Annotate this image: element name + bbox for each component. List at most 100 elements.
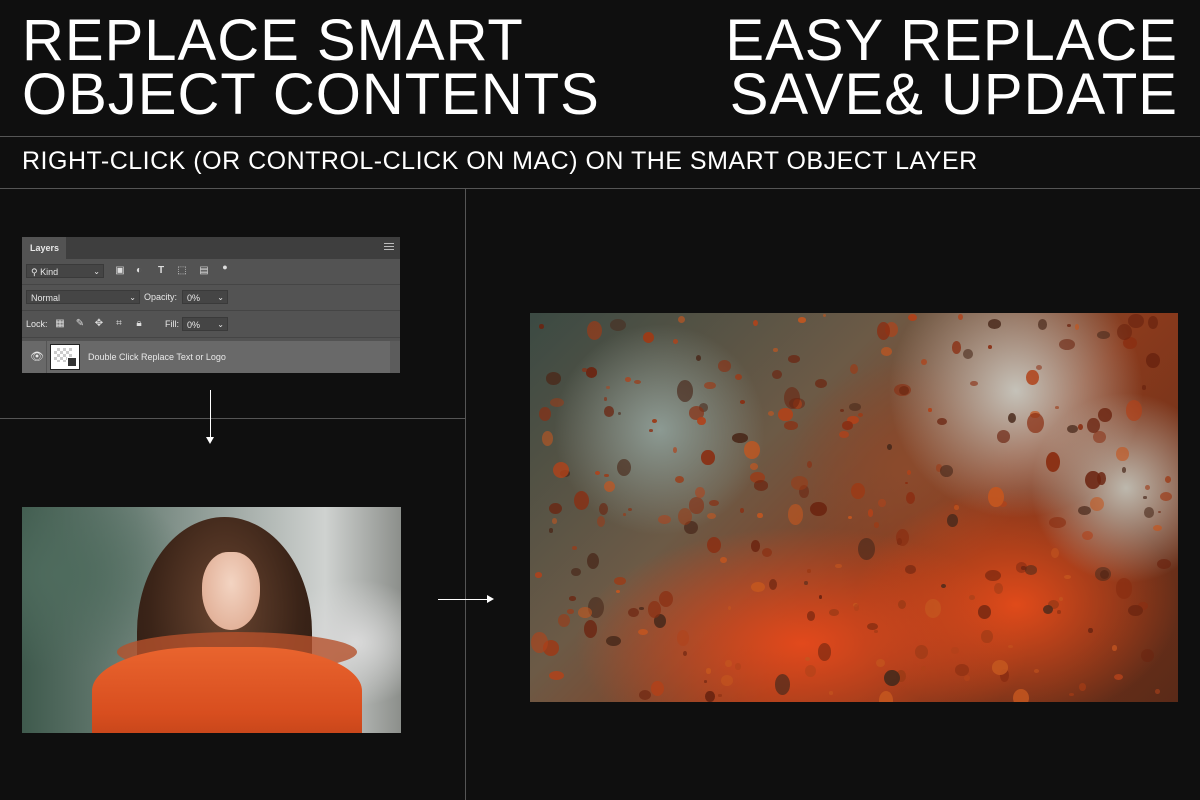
lock-all-icon[interactable]: 🔒︎	[133, 318, 145, 330]
rust-speckle	[752, 319, 758, 326]
rust-speckle	[774, 674, 791, 696]
rust-speckle	[1057, 610, 1061, 614]
rust-speckle	[768, 411, 775, 417]
rust-speckle	[605, 385, 611, 389]
layer-thumbnail[interactable]	[50, 344, 80, 370]
rust-speckle	[615, 589, 620, 593]
shape-filter-icon[interactable]: ⬚	[176, 265, 188, 277]
rust-speckle	[981, 629, 993, 644]
rust-speckle	[762, 547, 773, 557]
rust-speckle	[939, 465, 954, 478]
rust-speckle	[894, 383, 911, 396]
rust-speckle	[1021, 566, 1026, 570]
rust-speckle	[1145, 484, 1151, 490]
rust-speckle	[706, 668, 711, 674]
rust-speckle	[772, 369, 782, 379]
rust-speckle	[839, 430, 849, 438]
rust-speckle	[750, 581, 765, 593]
rust-speckle	[954, 664, 969, 676]
rust-speckle	[1007, 644, 1013, 648]
rust-speckle	[577, 606, 592, 618]
rust-speckle	[549, 670, 565, 681]
blend-mode-select[interactable]: Normal ⌄	[26, 290, 140, 304]
rust-speckle	[788, 504, 804, 525]
rust-speckle	[1087, 417, 1101, 434]
left-title: REPLACE SMART OBJECT CONTENTS	[22, 12, 600, 124]
rust-speckle	[625, 376, 632, 382]
rust-speckle	[810, 502, 827, 517]
rust-speckle	[1098, 407, 1113, 423]
rust-speckle	[718, 694, 722, 697]
rust-speckle	[951, 341, 962, 355]
arrow-down-icon	[206, 390, 214, 444]
rust-speckle	[1089, 497, 1104, 512]
rust-speckle	[582, 367, 587, 372]
panel-menu-icon[interactable]	[384, 243, 394, 252]
rust-speckle	[877, 322, 891, 341]
rust-speckle	[1067, 424, 1079, 433]
rust-speckle	[585, 367, 598, 378]
rust-speckle	[806, 461, 812, 468]
rust-speckle	[1051, 547, 1060, 559]
smart-object-filter-icon[interactable]: ▤	[198, 265, 210, 277]
chevron-down-icon: ⌄	[217, 320, 224, 329]
rust-speckle	[849, 402, 862, 411]
rust-speckle	[739, 400, 746, 404]
rust-speckle	[867, 509, 874, 517]
rust-speckle	[704, 381, 716, 390]
rust-speckle	[609, 318, 627, 332]
rust-speckle	[804, 664, 816, 678]
rust-speckle	[940, 583, 946, 588]
rust-speckle	[676, 380, 694, 402]
eye-icon[interactable]: 👁︎	[30, 350, 44, 363]
rust-speckle	[804, 580, 808, 585]
rust-speckle	[1058, 339, 1076, 351]
rust-speckle	[896, 529, 910, 547]
rust-speckle	[1143, 496, 1147, 499]
lock-move-icon[interactable]: ✥	[93, 318, 105, 330]
layer-row-smart-object[interactable]: 👁︎ Double Click Replace Text or Logo	[22, 341, 400, 373]
rust-speckle	[907, 469, 912, 476]
rust-speckle	[538, 406, 552, 422]
panel-scrollbar[interactable]	[390, 341, 400, 373]
rust-speckle	[538, 324, 544, 329]
rust-speckle	[790, 476, 808, 490]
rust-speckle	[818, 595, 822, 599]
rust-speckle	[583, 619, 598, 639]
rust-speckle	[701, 450, 715, 465]
adjustment-filter-icon[interactable]: ◐	[133, 265, 145, 277]
type-filter-icon[interactable]: T	[155, 265, 167, 277]
opacity-input[interactable]: 0% ⌄	[182, 290, 228, 304]
rust-speckle	[875, 659, 885, 668]
filter-toggle-icon[interactable]: ●	[219, 261, 231, 273]
rust-speckle	[768, 578, 777, 590]
rust-speckle	[704, 679, 708, 683]
rust-speckle	[542, 431, 554, 446]
layer-row-separator	[46, 341, 47, 373]
rust-speckle	[928, 407, 932, 412]
rust-speckle	[915, 645, 929, 659]
lock-transparent-icon[interactable]: ▦	[54, 318, 66, 330]
rust-speckle	[613, 577, 626, 586]
fill-input[interactable]: 0% ⌄	[182, 317, 228, 331]
effect-result-photo	[530, 313, 1178, 702]
rust-speckle	[1144, 507, 1155, 518]
image-filter-icon[interactable]: ▣	[114, 265, 126, 277]
rust-speckle	[658, 514, 671, 524]
rust-speckle	[1156, 558, 1171, 570]
rust-speckle	[1045, 452, 1060, 473]
rust-speckle	[720, 556, 727, 563]
rust-speckle	[534, 572, 542, 578]
panel-tab-bar: Layers	[22, 237, 400, 259]
rust-speckle	[873, 522, 879, 528]
rust-speckle	[658, 591, 673, 608]
tab-layers[interactable]: Layers	[22, 237, 66, 259]
layer-name[interactable]: Double Click Replace Text or Logo	[88, 341, 226, 373]
rust-speckle	[627, 507, 632, 511]
rust-speckle	[924, 598, 942, 618]
filter-kind-select[interactable]: ⚲ Kind ⌄	[26, 264, 104, 278]
lock-artboard-icon[interactable]: ⌗	[113, 318, 125, 330]
rust-speckle	[531, 631, 548, 653]
rust-speckle	[1068, 693, 1074, 697]
lock-brush-icon[interactable]: ✎	[74, 318, 86, 330]
